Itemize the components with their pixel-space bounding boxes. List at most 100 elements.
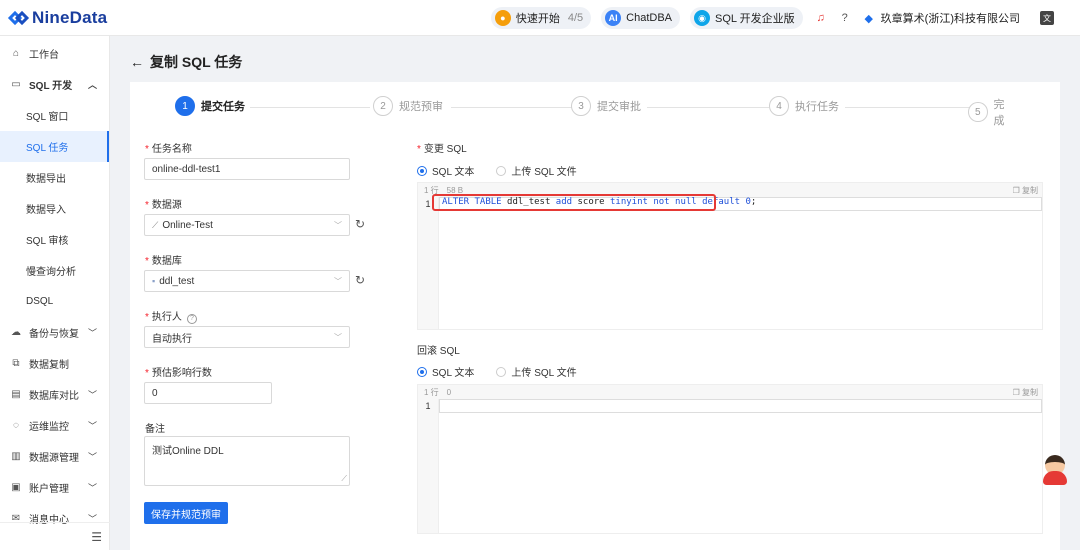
help-icon[interactable]: ?: [837, 10, 853, 26]
radio-sql-text[interactable]: [417, 165, 427, 176]
sidebar-collapse-button[interactable]: ☰: [0, 522, 110, 550]
quick-start-icon: ●: [494, 10, 511, 26]
save-and-precheck-button[interactable]: 保存并规范预审: [144, 502, 228, 524]
sidebar-item-label: 数据源管理: [29, 453, 79, 464]
change-sql-label: * 变更 SQL: [417, 144, 467, 155]
active-line: [439, 399, 1042, 413]
radio-sql-text[interactable]: [417, 366, 427, 377]
step-label: 规范预审: [399, 101, 443, 113]
page-title: 复制 SQL 任务: [150, 54, 243, 70]
line-number: 1: [425, 401, 431, 411]
code-area[interactable]: ALTER TABLE ddl_test add score tinyint n…: [438, 197, 1042, 329]
sidebar-item-data-import[interactable]: 数据导入: [0, 193, 109, 224]
sidebar-item-workbench[interactable]: ⌂ 工作台: [0, 38, 109, 69]
org-name: 玖章算术(浙江)科技有限公司: [880, 13, 1020, 25]
est-rows-input[interactable]: 0: [144, 382, 272, 404]
radio-upload-file[interactable]: [496, 165, 507, 176]
step-label: 执行任务: [795, 101, 839, 113]
language-icon[interactable]: 文: [1040, 11, 1054, 25]
step-connector: [647, 107, 769, 108]
sidebar-item-data-export[interactable]: 数据导出: [0, 162, 109, 193]
chatdba-button[interactable]: AI ChatDBA: [601, 7, 680, 29]
step-number: 3: [571, 96, 591, 116]
chevron-down-icon: ﹀: [87, 328, 97, 338]
sidebar-item-sql-task[interactable]: SQL 任务: [0, 131, 109, 162]
edition-button[interactable]: ◉ SQL 开发企业版: [690, 7, 803, 29]
chevron-down-icon: ﹀: [87, 452, 97, 462]
sidebar-item-monitoring[interactable]: ◌ 运维监控 ﹀: [0, 410, 109, 441]
globe-icon: ◉: [694, 10, 710, 26]
sidebar-item-slow-query[interactable]: 慢查询分析: [0, 255, 109, 286]
back-arrow-icon[interactable]: ←: [130, 54, 144, 70]
step-label: 完成: [993, 99, 1005, 127]
chevron-down-icon: ﹀: [334, 221, 342, 230]
sql-dev-icon: ▭: [11, 79, 21, 90]
sidebar-item-label: 工作台: [29, 50, 59, 61]
step-number: 1: [175, 96, 195, 116]
help-icon[interactable]: ?: [186, 313, 197, 324]
rollback-sql-editor[interactable]: 1 行 0 ❐ 复制 1: [417, 384, 1043, 534]
refresh-database-icon[interactable]: ↻: [355, 273, 365, 287]
est-rows-value: 0: [152, 387, 158, 399]
sidebar-item-label: 数据库对比: [29, 391, 79, 402]
step-connector: [845, 107, 969, 108]
quick-start-progress: 4/5: [567, 12, 584, 24]
datasource-select[interactable]: ⟋ Online-Test ﹀: [144, 214, 350, 236]
logo[interactable]: NineData: [7, 7, 108, 28]
org-switcher[interactable]: ◆ 玖章算术(浙江)科技有限公司: [861, 10, 1020, 26]
sidebar-item-db-compare[interactable]: ▤ 数据库对比 ﹀: [0, 379, 109, 410]
editor-info: 1 行 0: [418, 385, 1042, 399]
sidebar-item-label: 慢查询分析: [26, 267, 76, 278]
sidebar-item-datasource[interactable]: ▥ 数据源管理 ﹀: [0, 441, 109, 472]
quick-start-button[interactable]: ● 快速开始 4/5: [490, 7, 592, 29]
radio-upload-file[interactable]: [496, 366, 507, 377]
logo-text: NineData: [32, 7, 108, 27]
stepper: 1 提交任务 2 规范预审 3 提交审批 4 执行任务 5 完成: [175, 96, 1015, 127]
code-area[interactable]: [438, 399, 1042, 533]
sidebar-item-replication[interactable]: ⧉ 数据复制: [0, 348, 109, 379]
step-complete: 5 完成: [968, 96, 1015, 128]
step-number: 4: [769, 96, 789, 116]
sidebar-item-label: 备份与恢复: [29, 329, 79, 340]
step-connector: [451, 107, 573, 108]
datasource-icon: ▥: [11, 451, 21, 462]
task-name-label: * 任务名称: [145, 144, 192, 155]
remark-textarea[interactable]: 测试Online DDL ⟋: [144, 436, 350, 486]
assistant-avatar[interactable]: [1042, 455, 1068, 485]
save-and-precheck-label: 保存并规范预审: [151, 509, 221, 521]
org-logo-icon: ◆: [864, 12, 873, 25]
sidebar-item-sql-review[interactable]: SQL 审核: [0, 224, 109, 255]
executor-select[interactable]: 自动执行 ﹀: [144, 326, 350, 348]
chatdba-label: ChatDBA: [626, 12, 672, 24]
sidebar-item-label: DSQL: [26, 296, 54, 307]
sidebar-item-backup[interactable]: ☁ 备份与恢复 ﹀: [0, 317, 109, 348]
sidebar-item-sql-window[interactable]: SQL 窗口: [0, 100, 109, 131]
copy-button[interactable]: ❐ 复制: [1013, 185, 1038, 196]
compare-icon: ▤: [11, 389, 21, 400]
remark-label: 备注: [145, 424, 165, 435]
step-approval: 3 提交审批: [571, 96, 641, 116]
datasource-label: * 数据源: [145, 200, 182, 211]
sidebar-item-label: SQL 开发: [29, 81, 73, 92]
step-precheck: 2 规范预审: [373, 96, 443, 116]
monitor-icon: ◌: [13, 420, 19, 431]
sidebar-item-label: 数据导出: [26, 174, 66, 185]
collapse-menu-icon: ☰: [91, 529, 102, 544]
database-select[interactable]: ▪ ddl_test ﹀: [144, 270, 350, 292]
copy-button[interactable]: ❐ 复制: [1013, 387, 1038, 398]
step-number: 2: [373, 96, 393, 116]
sidebar-item-label: 数据复制: [29, 360, 69, 371]
refresh-datasource-icon[interactable]: ↻: [355, 217, 365, 231]
resize-handle-icon[interactable]: ⟋: [341, 474, 347, 484]
sidebar-item-account[interactable]: ▣ 账户管理 ﹀: [0, 472, 109, 503]
notification-bell-icon[interactable]: ♫: [813, 10, 829, 26]
chevron-down-icon: ﹀: [87, 390, 97, 400]
task-name-input[interactable]: online-ddl-test1: [144, 158, 350, 180]
sidebar-item-dsql[interactable]: DSQL: [0, 286, 109, 317]
database-label: * 数据库: [145, 256, 182, 267]
database-value: ddl_test: [159, 275, 195, 287]
step-number: 5: [968, 102, 988, 122]
sidebar-item-sql-dev[interactable]: ▭ SQL 开发 ︿: [0, 69, 109, 100]
rollback-sql-mode: SQL 文本 上传 SQL 文件: [417, 364, 599, 379]
cloud-icon: ☁: [11, 327, 21, 338]
